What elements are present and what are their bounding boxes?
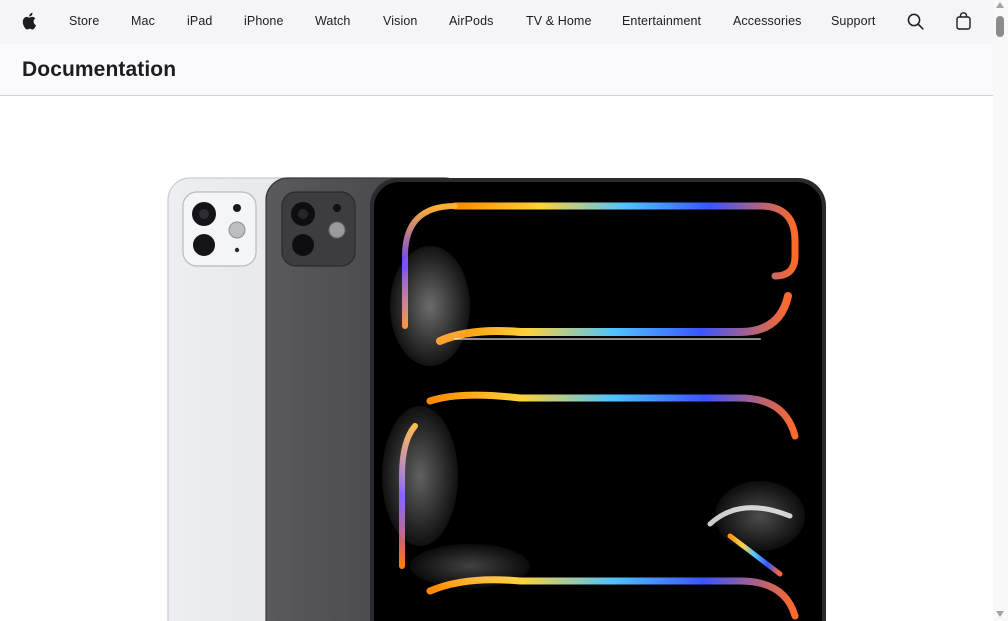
apple-logo-icon[interactable]	[22, 12, 36, 30]
subnav: Documentation	[0, 44, 993, 96]
nav-item-ipad[interactable]: iPad	[187, 14, 212, 28]
global-nav: Store Mac iPad iPhone Watch Vision AirPo…	[0, 0, 993, 44]
hero-section	[0, 96, 993, 621]
scroll-thumb[interactable]	[996, 16, 1004, 37]
page: Store Mac iPad iPhone Watch Vision AirPo…	[0, 0, 993, 621]
nav-item-mac[interactable]: Mac	[131, 14, 155, 28]
nav-item-entertainment[interactable]: Entertainment	[622, 14, 701, 28]
nav-item-watch[interactable]: Watch	[315, 14, 350, 28]
ipad-pro-product-image	[167, 177, 826, 621]
search-icon[interactable]	[907, 13, 924, 30]
shopping-bag-icon[interactable]	[956, 12, 971, 30]
scroll-down-arrow-icon[interactable]	[996, 611, 1004, 617]
page-title: Documentation	[22, 58, 177, 81]
nav-item-tv-home[interactable]: TV & Home	[526, 14, 592, 28]
nav-item-iphone[interactable]: iPhone	[244, 14, 284, 28]
nav-item-airpods[interactable]: AirPods	[449, 14, 493, 28]
nav-item-accessories[interactable]: Accessories	[733, 14, 801, 28]
nav-item-store[interactable]: Store	[69, 14, 99, 28]
scroll-up-arrow-icon[interactable]	[996, 2, 1004, 8]
vertical-scrollbar[interactable]	[993, 0, 1008, 621]
nav-item-vision[interactable]: Vision	[383, 14, 417, 28]
nav-item-support[interactable]: Support	[831, 14, 875, 28]
